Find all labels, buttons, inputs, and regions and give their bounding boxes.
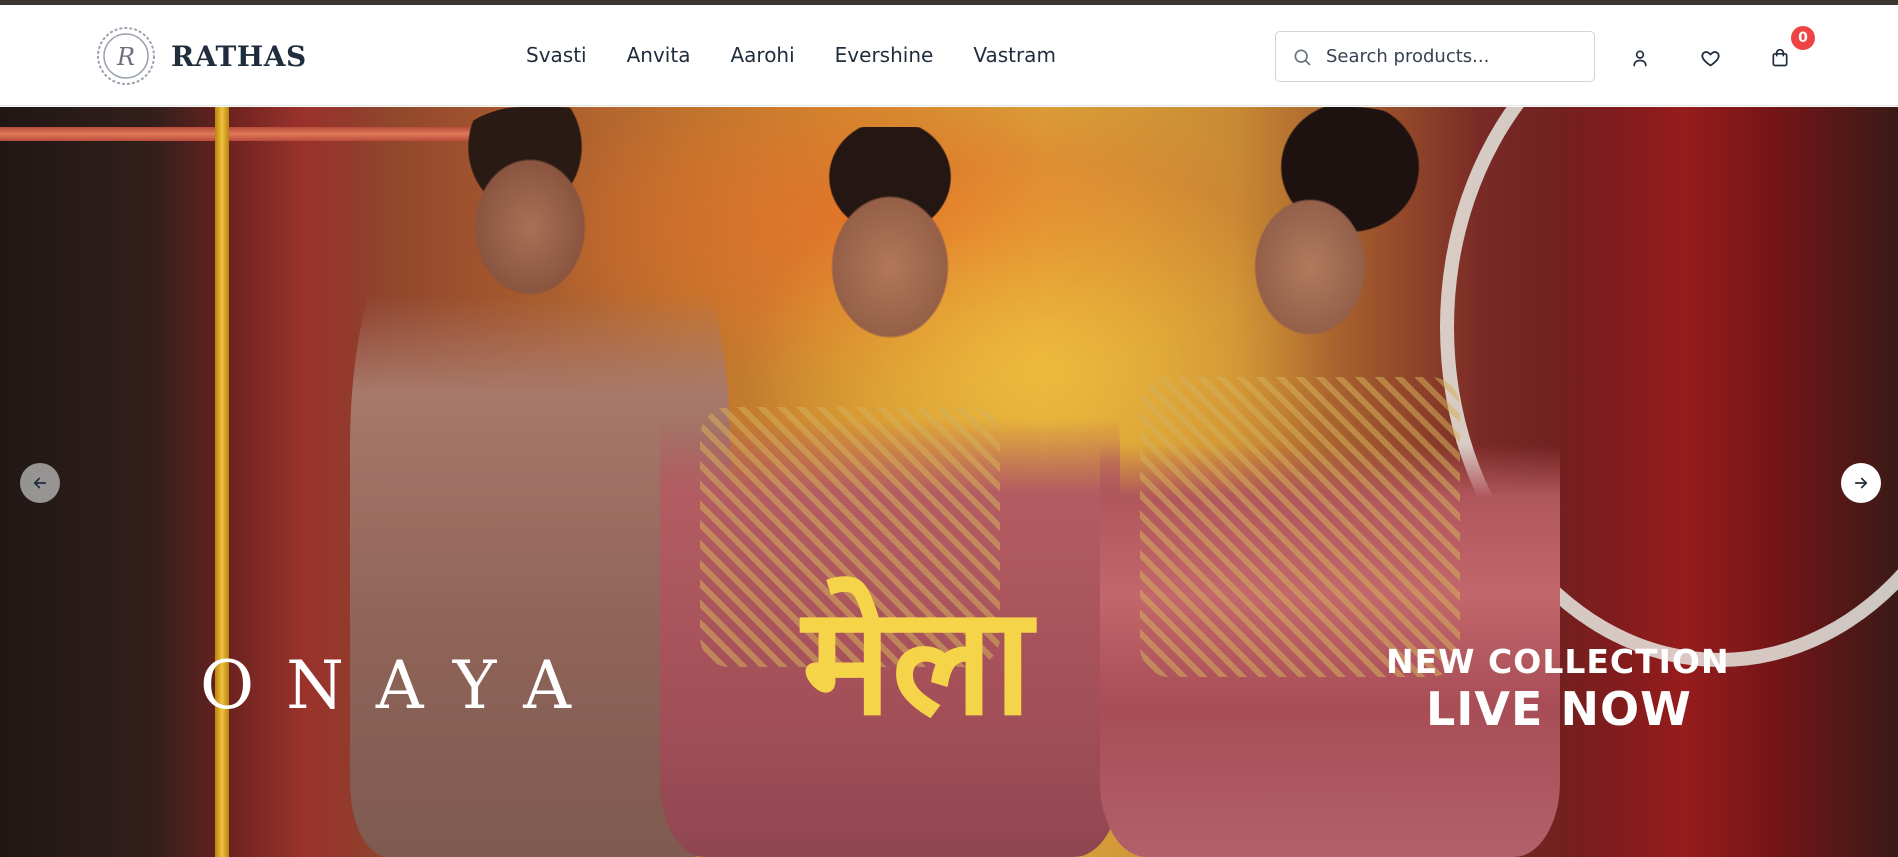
carousel-next-button[interactable]: [1841, 463, 1881, 503]
hero-embroidery-detail: [1140, 377, 1460, 677]
arrow-right-icon: [1854, 477, 1868, 489]
brand-logo[interactable]: R RATHAS: [95, 25, 307, 87]
brand-emblem-icon: R: [97, 27, 155, 85]
hero-banner[interactable]: ONAYA मेला NEW COLLECTION LIVE NOW: [0, 107, 1898, 857]
hero-bg-carousel-rail: [0, 127, 480, 141]
carousel-prev-button[interactable]: [20, 463, 60, 503]
search-icon: [1294, 49, 1311, 65]
site-header: R RATHAS Svasti Anvita Aarohi Evershine …: [0, 5, 1898, 106]
shopping-bag-icon: [1772, 48, 1788, 67]
nav-item-vastram[interactable]: Vastram: [973, 43, 1056, 67]
cart-button[interactable]: [1767, 45, 1793, 71]
hero-bg-carousel-pole: [215, 107, 229, 857]
nav-item-aarohi[interactable]: Aarohi: [730, 43, 794, 67]
search-input[interactable]: [1326, 46, 1576, 67]
search-box[interactable]: [1275, 31, 1595, 82]
account-button[interactable]: [1627, 45, 1653, 71]
main-nav: Svasti Anvita Aarohi Evershine Vastram: [526, 43, 1056, 67]
cart-count-badge: 0: [1791, 26, 1815, 50]
arrow-left-icon: [33, 477, 47, 489]
nav-item-svasti[interactable]: Svasti: [526, 43, 587, 67]
heart-icon: [1700, 50, 1720, 66]
hero-brand-word: ONAYA: [200, 647, 603, 724]
nav-item-evershine[interactable]: Evershine: [835, 43, 934, 67]
wishlist-button[interactable]: [1697, 45, 1723, 71]
user-icon: [1633, 50, 1647, 67]
svg-text:R: R: [116, 43, 135, 71]
nav-item-anvita[interactable]: Anvita: [627, 43, 691, 67]
hero-tagline-bottom: LIVE NOW: [1426, 682, 1692, 736]
hero-collection-title: मेला: [802, 575, 1033, 749]
hero-tagline-top: NEW COLLECTION: [1386, 642, 1730, 681]
brand-name: RATHAS: [171, 39, 307, 73]
